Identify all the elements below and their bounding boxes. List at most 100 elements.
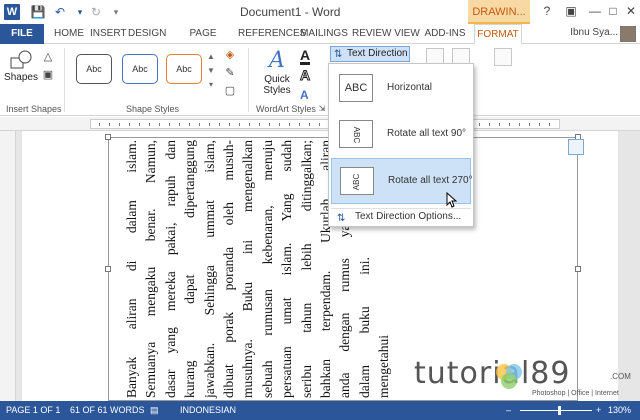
wordart-styles-group-label: WordArt Styles: [256, 104, 316, 114]
menu-item-label: Rotate all text 270°: [388, 175, 473, 186]
language[interactable]: INDONESIAN: [180, 401, 236, 420]
text-direction-label: Text Direction: [347, 48, 408, 59]
ruler-tick: [529, 123, 530, 126]
undo-dropdown-icon[interactable]: ▾: [72, 4, 88, 20]
ruler-tick: [299, 123, 300, 126]
shape-style-blue[interactable]: Abc: [122, 54, 158, 84]
redo-icon[interactable]: ↻: [88, 4, 104, 20]
tab-review[interactable]: REVIEW: [352, 24, 391, 44]
save-icon[interactable]: 💾: [30, 4, 46, 20]
resize-handle[interactable]: [105, 134, 111, 140]
customize-qat-icon[interactable]: ▾: [108, 4, 124, 20]
quick-styles-label-2: Styles: [263, 85, 291, 96]
ruler-tick: [269, 123, 270, 126]
ruler-tick: [479, 123, 480, 126]
resize-handle[interactable]: [575, 266, 581, 272]
group-divider: [64, 48, 65, 112]
ruler-tick: [489, 123, 490, 126]
zoom-slider[interactable]: [520, 410, 592, 411]
layout-options-icon[interactable]: [568, 139, 584, 155]
tab-add-ins[interactable]: ADD-INS: [424, 24, 466, 44]
shapes-button[interactable]: Shapes: [4, 50, 38, 83]
text-effects-icon[interactable]: A: [300, 88, 309, 102]
ruler-tick: [549, 123, 550, 126]
ruler-tick: [139, 123, 140, 126]
horizontal-thumb-icon: ABC: [339, 74, 373, 102]
text-box-icon[interactable]: ▣: [40, 68, 56, 82]
avatar[interactable]: [620, 26, 636, 42]
ribbon-display-icon[interactable]: ▣: [558, 0, 584, 22]
shape-outline-icon[interactable]: ✎: [222, 66, 238, 80]
watermark-text: tutorial89: [414, 356, 571, 391]
text-outline-icon[interactable]: A: [299, 68, 310, 83]
ruler-tick: [189, 123, 190, 126]
shape-style-orange[interactable]: Abc: [166, 54, 202, 84]
document-text-line: sebuah rumusan kebenaran, menuju: [259, 140, 275, 398]
close-icon[interactable]: ✕: [618, 0, 640, 22]
tab-design[interactable]: DESIGN: [128, 24, 166, 44]
tab-insert[interactable]: INSERT: [90, 24, 127, 44]
menu-item-label: Rotate all text 90°: [387, 128, 467, 139]
ruler-tick: [179, 123, 180, 126]
zoom-slider-thumb[interactable]: [558, 406, 561, 415]
page-count[interactable]: PAGE 1 OF 1: [6, 401, 60, 420]
insert-shapes-group-label: Insert Shapes: [6, 104, 62, 114]
ribbon-tab-bar: FILE HOME INSERT DESIGN PAGE LAYOUT REFE…: [0, 24, 640, 59]
tab-page-layout[interactable]: PAGE LAYOUT: [170, 24, 236, 59]
document-text-line: seribu tahun lebih ditinggalkan;: [298, 140, 314, 398]
document-text-line: Banyak aliran di dalam islam.: [124, 140, 139, 398]
tab-file[interactable]: FILE: [0, 24, 44, 44]
menu-item-rotate-90[interactable]: ABC Rotate all text 90°: [331, 112, 471, 158]
zoom-out-icon[interactable]: –: [506, 401, 511, 420]
watermark-logo: tutorial89 Photoshop | Office | Internet…: [414, 356, 636, 400]
ruler-tick: [239, 123, 240, 126]
text-direction-icon: ⇅: [334, 49, 343, 60]
ruler-tick: [279, 123, 280, 126]
ruler-tick: [169, 123, 170, 126]
status-bar: PAGE 1 OF 1 61 OF 61 WORDS ▤ INDONESIAN …: [0, 401, 640, 420]
zoom-in-icon[interactable]: +: [596, 401, 601, 420]
zoom-level[interactable]: 130%: [608, 401, 631, 420]
document-text-line: dibuat porak poranda oleh musuh-: [221, 140, 236, 398]
ruler-tick: [249, 123, 250, 126]
text-direction-options-item[interactable]: ⇅ Text Direction Options...: [331, 208, 471, 226]
word-app-icon[interactable]: W: [4, 4, 20, 20]
title-bar: W 💾 ↶ ▾ ↻ ▾ Document1 - Word DRAWIN... ?…: [0, 0, 640, 24]
tab-home[interactable]: HOME: [52, 24, 86, 44]
user-name[interactable]: Ibnu Sya...: [570, 27, 618, 38]
document-text-line: kurang dapat dipertanggung: [182, 140, 198, 398]
undo-icon[interactable]: ↶: [52, 4, 68, 20]
text-direction-options-label: Text Direction Options...: [355, 211, 462, 222]
tab-mailings[interactable]: MAILINGS: [300, 24, 348, 44]
rotate-270-thumb-icon: ABC: [340, 167, 374, 195]
word-count[interactable]: 61 OF 61 WORDS: [70, 401, 145, 420]
ruler-text-area: [90, 119, 560, 129]
size-icon[interactable]: [494, 48, 512, 66]
shape-fill-icon[interactable]: ◈: [222, 48, 238, 62]
edit-shape-icon[interactable]: △: [40, 50, 56, 64]
ribbon: Shapes △ ▣ Insert Shapes Abc Abc Abc ▲ ▼ ▾…: [0, 44, 640, 116]
options-icon: ⇅: [337, 213, 346, 224]
tab-view[interactable]: VIEW: [392, 24, 422, 44]
ruler-tick: [119, 123, 120, 126]
text-fill-icon[interactable]: A: [300, 48, 311, 65]
tab-references[interactable]: REFERENCES: [238, 24, 306, 44]
menu-item-horizontal[interactable]: ABC Horizontal: [331, 66, 471, 112]
resize-handle[interactable]: [105, 266, 111, 272]
gallery-scroll-icon[interactable]: ▲ ▼ ▾: [206, 50, 216, 94]
help-button[interactable]: ?: [534, 0, 560, 22]
ruler-tick: [519, 123, 520, 126]
group-divider: [248, 48, 249, 112]
proofing-icon[interactable]: ▤: [150, 401, 159, 420]
shape-styles-group-label: Shape Styles: [126, 104, 180, 114]
tab-format[interactable]: FORMAT: [474, 24, 522, 45]
shape-style-black[interactable]: Abc: [76, 54, 112, 84]
ruler-tick: [129, 123, 130, 126]
text-direction-button[interactable]: ⇅ Text Direction ▾: [330, 46, 410, 72]
wordart-a-icon: A: [269, 48, 285, 73]
ruler-tick: [149, 123, 150, 126]
shape-effects-icon[interactable]: ▢: [222, 84, 238, 98]
quick-styles-button[interactable]: A Quick Styles: [258, 48, 296, 96]
menu-item-label: Horizontal: [387, 82, 433, 93]
shapes-label: Shapes: [4, 72, 38, 83]
